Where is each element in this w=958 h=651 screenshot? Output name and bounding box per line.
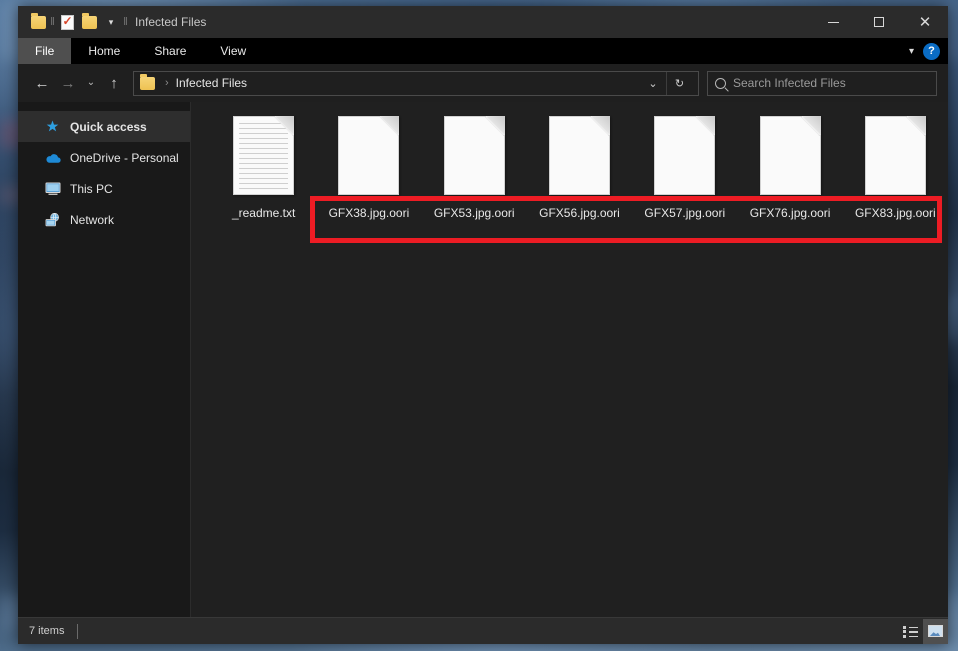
large-icons-view-icon: [928, 625, 943, 637]
file-name: GFX83.jpg.oori: [854, 206, 936, 220]
search-icon: [715, 77, 726, 89]
list-item[interactable]: GFX76.jpg.oori: [737, 114, 842, 220]
sidebar-item-quick-access[interactable]: Quick access: [18, 111, 190, 142]
breadcrumb-tail: ⌄ ↻: [640, 71, 692, 95]
text-document-icon: [233, 116, 295, 195]
sidebar-item-onedrive[interactable]: OneDrive - Personal: [18, 142, 190, 173]
file-explorer-window: ▾ Infected Files ✕ File Home Share View …: [18, 6, 948, 644]
breadcrumb-separator: ›: [165, 77, 169, 89]
window-title: Infected Files: [135, 15, 207, 29]
list-item[interactable]: GFX57.jpg.oori: [632, 114, 737, 220]
status-divider: [77, 623, 79, 639]
recent-locations-icon[interactable]: ⌄: [81, 70, 101, 96]
sidebar-item-label: Quick access: [70, 119, 147, 134]
list-item[interactable]: _readme.txt: [211, 114, 316, 220]
file-name: _readme.txt: [231, 206, 296, 220]
file-name: GFX57.jpg.oori: [644, 206, 726, 220]
chevron-down-icon[interactable]: ▾: [909, 46, 914, 57]
blank-document-icon: [548, 116, 610, 195]
back-button[interactable]: ←: [29, 70, 55, 96]
blank-document-icon: [338, 116, 400, 195]
details-view-icon: [903, 625, 918, 638]
blank-document-icon: [864, 116, 926, 195]
window-controls: ✕: [810, 6, 948, 38]
list-item[interactable]: GFX83.jpg.oori: [843, 114, 948, 220]
sidebar-item-label: Network: [70, 212, 115, 227]
file-name: GFX53.jpg.oori: [433, 206, 515, 220]
quick-access-toolbar: ▾: [18, 11, 129, 33]
list-item[interactable]: GFX38.jpg.oori: [316, 114, 421, 220]
large-icons-view-button[interactable]: [923, 618, 948, 644]
navigation-pane: Quick access OneDrive - Personal This PC…: [18, 102, 191, 617]
cloud-icon: [44, 149, 61, 166]
sidebar-item-network[interactable]: Network: [18, 204, 190, 235]
view-mode-buttons: [898, 618, 948, 645]
sidebar-item-label: This PC: [70, 181, 113, 196]
item-count-label: 7 items: [29, 625, 65, 637]
status-bar: 7 items: [18, 617, 948, 644]
new-folder-icon[interactable]: [78, 11, 100, 33]
blank-document-icon: [443, 116, 505, 195]
sidebar-item-this-pc[interactable]: This PC: [18, 173, 190, 204]
breadcrumb-path[interactable]: Infected Files: [176, 76, 247, 90]
chevron-down-icon[interactable]: ▾: [100, 11, 122, 33]
ribbon-tab-bar: File Home Share View ▾ ?: [18, 38, 948, 64]
path-dropdown-icon[interactable]: ⌄: [640, 72, 666, 95]
title-bar[interactable]: ▾ Infected Files ✕: [18, 6, 948, 38]
ribbon-right-controls: ▾ ?: [909, 38, 948, 64]
toolbar-separator: [122, 15, 129, 29]
up-button[interactable]: ↑: [101, 70, 127, 96]
sidebar-item-label: OneDrive - Personal: [70, 150, 179, 165]
monitor-icon: [44, 180, 61, 197]
toolbar-separator: [49, 15, 56, 29]
tab-share[interactable]: Share: [137, 38, 203, 64]
properties-icon[interactable]: [56, 11, 78, 33]
tab-file[interactable]: File: [18, 38, 72, 64]
blank-document-icon: [759, 116, 821, 195]
search-input[interactable]: Search Infected Files: [707, 70, 937, 96]
folder-icon[interactable]: [27, 11, 49, 33]
forward-button[interactable]: →: [55, 70, 81, 96]
address-bar: ← → ⌄ ↑ › Infected Files ⌄ ↻ Search Infe…: [18, 64, 948, 102]
tab-home[interactable]: Home: [71, 38, 137, 64]
list-item[interactable]: GFX53.jpg.oori: [422, 114, 527, 220]
maximize-button[interactable]: [856, 6, 902, 38]
file-list-view[interactable]: _readme.txt GFX38.jpg.oori GFX53.jpg.oor…: [191, 102, 948, 617]
file-name: GFX38.jpg.oori: [328, 206, 410, 220]
folder-icon: [140, 73, 155, 90]
window-body: Quick access OneDrive - Personal This PC…: [18, 102, 948, 617]
refresh-icon[interactable]: ↻: [666, 71, 692, 95]
close-button[interactable]: ✕: [902, 6, 948, 38]
network-icon: [44, 211, 61, 228]
file-name: GFX56.jpg.oori: [539, 206, 620, 220]
search-placeholder: Search Infected Files: [733, 76, 846, 90]
star-icon: [44, 118, 61, 135]
list-item[interactable]: GFX56.jpg.oori: [527, 114, 632, 220]
tab-view[interactable]: View: [203, 38, 263, 64]
file-name: GFX76.jpg.oori: [749, 206, 831, 220]
details-view-button[interactable]: [898, 619, 923, 644]
help-icon[interactable]: ?: [923, 42, 940, 60]
breadcrumb[interactable]: › Infected Files ⌄ ↻: [133, 70, 699, 96]
blank-document-icon: [654, 116, 716, 195]
file-grid: _readme.txt GFX38.jpg.oori GFX53.jpg.oor…: [191, 102, 948, 220]
minimize-button[interactable]: [810, 6, 856, 38]
